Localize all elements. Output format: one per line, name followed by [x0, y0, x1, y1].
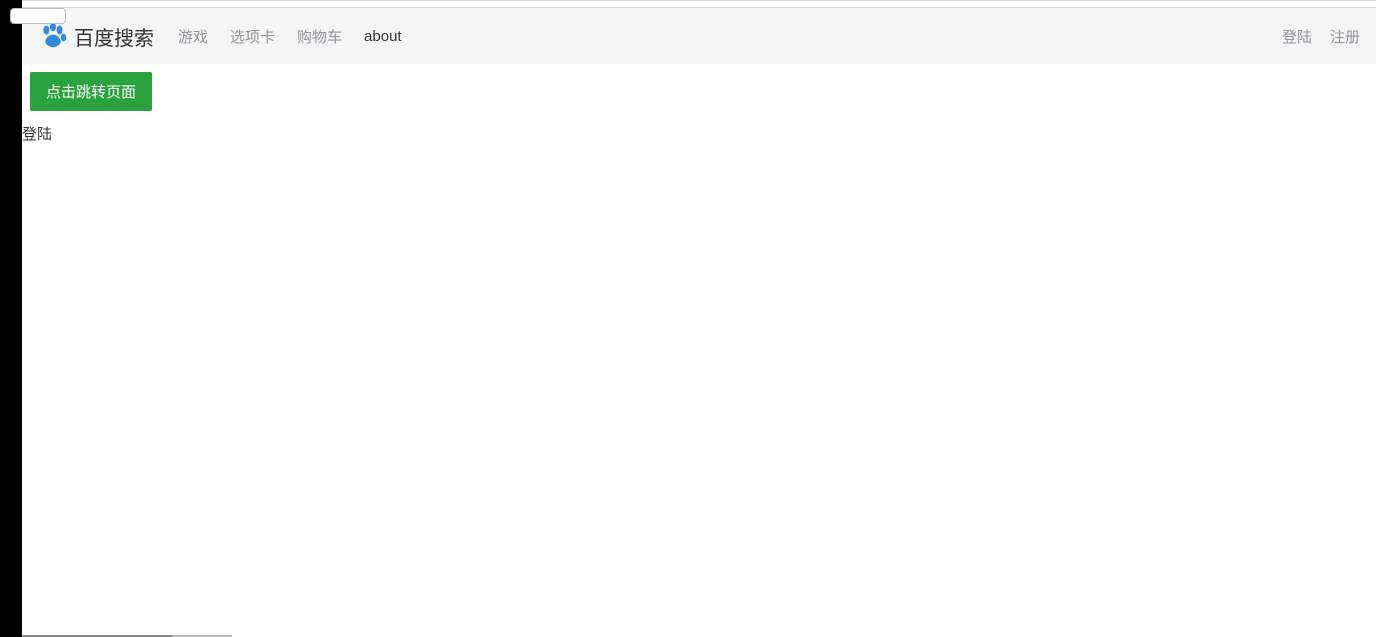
bottom-border [22, 633, 1376, 637]
jump-page-button[interactable]: 点击跳转页面 [30, 72, 152, 111]
content-area: 百度搜索 游戏 选项卡 购物车 about 登陆 注册 点击跳转页面 登陆 [22, 8, 1376, 637]
navbar: 百度搜索 游戏 选项卡 购物车 about 登陆 注册 [22, 8, 1376, 64]
baidu-paw-icon [38, 21, 68, 51]
nav-right: 登陆 注册 [1264, 26, 1360, 47]
nav-item-games[interactable]: 游戏 [178, 26, 208, 47]
brand[interactable]: 百度搜索 [38, 21, 154, 51]
nav-item-tabs[interactable]: 选项卡 [230, 26, 275, 47]
top-divider [22, 0, 1376, 8]
brand-title: 百度搜索 [74, 22, 154, 51]
left-sidebar-strip [0, 0, 22, 637]
nav-login[interactable]: 登陆 [1282, 26, 1312, 47]
nav-item-cart[interactable]: 购物车 [297, 26, 342, 47]
small-badge [10, 8, 66, 24]
nav-items: 游戏 选项卡 购物车 about [178, 26, 1264, 47]
nav-item-about[interactable]: about [364, 28, 402, 45]
login-text: 登陆 [22, 123, 1376, 144]
nav-register[interactable]: 注册 [1330, 26, 1360, 47]
